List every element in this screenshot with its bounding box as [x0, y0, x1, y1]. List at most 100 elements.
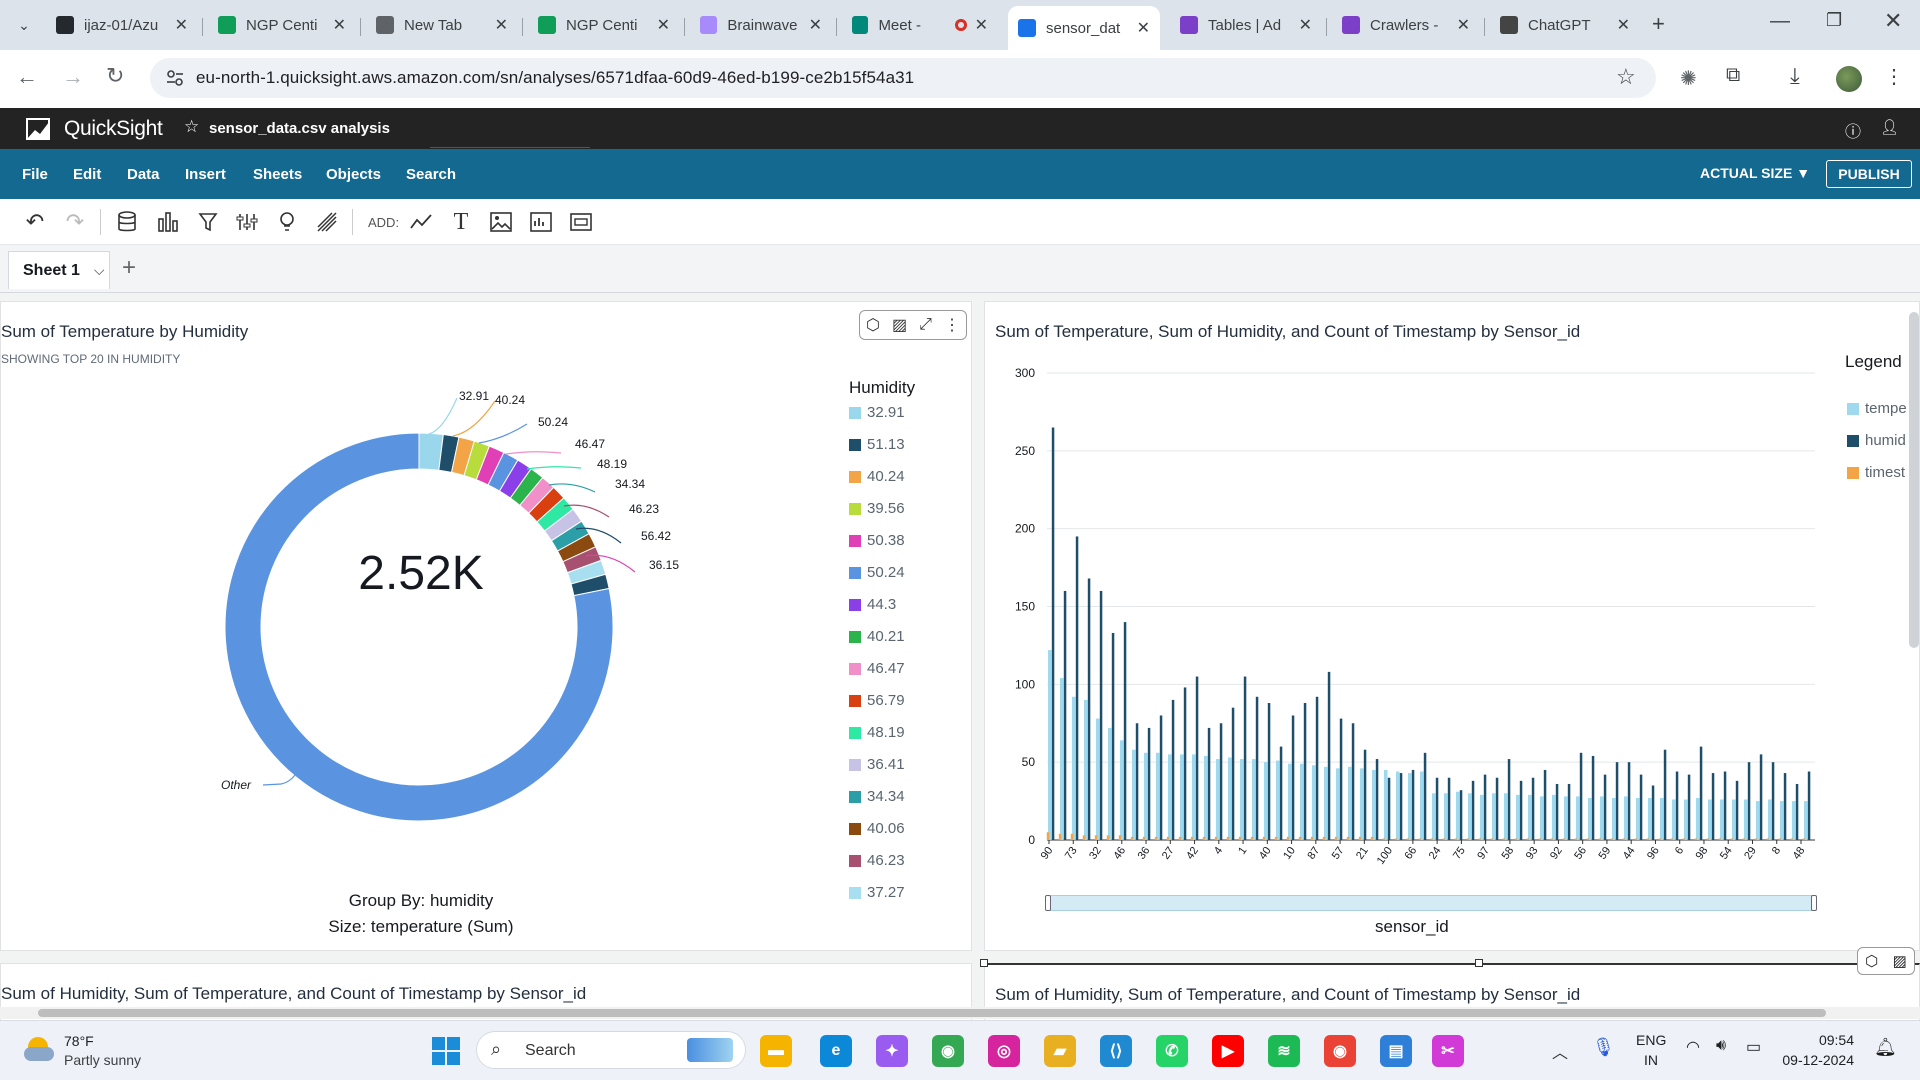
bar-tempe[interactable]: [1552, 794, 1556, 840]
bar-humid[interactable]: [1075, 536, 1079, 840]
bar-timest[interactable]: [1538, 838, 1542, 840]
close-tab-icon[interactable]: ✕: [1137, 18, 1150, 38]
quicksight-logo-icon[interactable]: [26, 118, 50, 140]
bar-tempe[interactable]: [1192, 754, 1196, 840]
lang-bottom[interactable]: IN: [1644, 1052, 1658, 1068]
publish-button[interactable]: PUBLISH: [1826, 160, 1912, 188]
bar-tempe[interactable]: [1072, 696, 1076, 840]
bar-tempe[interactable]: [1096, 718, 1100, 840]
start-windows-icon[interactable]: [432, 1037, 460, 1065]
copilot-app-icon[interactable]: ✦: [876, 1035, 908, 1067]
site-info-icon[interactable]: [166, 70, 184, 86]
legend-item[interactable]: 46.23: [849, 852, 905, 869]
bar-timest[interactable]: [1046, 832, 1050, 840]
bar-tempe[interactable]: [1432, 793, 1436, 840]
bar-timest[interactable]: [1502, 838, 1506, 840]
browser-tab[interactable]: Meet - ✕: [842, 8, 998, 42]
browser-tab[interactable]: New Tab ✕: [366, 8, 518, 42]
extensions-icon[interactable]: ⧉: [1726, 64, 1740, 87]
favorite-star-icon[interactable]: ☆: [184, 117, 199, 137]
edge-app-icon[interactable]: e: [820, 1035, 852, 1067]
bar-tempe[interactable]: [1672, 799, 1676, 840]
bar-tempe[interactable]: [1252, 759, 1256, 840]
bar-tempe[interactable]: [1576, 796, 1580, 840]
close-tab-icon[interactable]: ✕: [495, 15, 508, 35]
bar-timest[interactable]: [1058, 833, 1062, 840]
close-tab-icon[interactable]: ✕: [175, 15, 188, 35]
legend-item[interactable]: 46.47: [849, 660, 905, 677]
bar-humid[interactable]: [1315, 696, 1319, 840]
close-tab-icon[interactable]: ✕: [809, 15, 822, 35]
browser-tab[interactable]: ChatGPT ✕: [1490, 8, 1640, 42]
bar-humid[interactable]: [1435, 777, 1439, 840]
bar-humid[interactable]: [1135, 723, 1139, 840]
bar-timest[interactable]: [1802, 838, 1806, 840]
wifi-icon[interactable]: ◠: [1686, 1037, 1700, 1057]
bar-timest[interactable]: [1622, 838, 1626, 840]
bar-timest[interactable]: [1322, 836, 1326, 840]
bar-humid[interactable]: [1291, 715, 1295, 840]
bar-timest[interactable]: [1394, 838, 1398, 840]
bar-tempe[interactable]: [1684, 799, 1688, 840]
chrome-app-icon[interactable]: ◉: [932, 1035, 964, 1067]
bar-humid[interactable]: [1195, 676, 1199, 840]
close-tab-icon[interactable]: ✕: [1457, 15, 1470, 35]
bar-timest[interactable]: [1166, 836, 1170, 840]
bar-tempe[interactable]: [1636, 797, 1640, 840]
bar-timest[interactable]: [1682, 838, 1686, 840]
bar-tempe[interactable]: [1528, 794, 1532, 840]
profile-avatar[interactable]: [1836, 66, 1862, 92]
horizontal-scrollbar-thumb[interactable]: [38, 1009, 1826, 1017]
bar-tempe[interactable]: [1084, 699, 1088, 840]
bar-humid[interactable]: [1795, 783, 1799, 840]
bar-chart-visual[interactable]: Sum of Temperature, Sum of Humidity, and…: [984, 301, 1920, 951]
menu-edit[interactable]: Edit: [73, 166, 101, 183]
bar-tempe[interactable]: [1516, 794, 1520, 840]
legend-item[interactable]: 37.27: [849, 884, 905, 901]
bar-humid[interactable]: [1303, 703, 1307, 840]
bar-tempe[interactable]: [1792, 801, 1796, 840]
legend-item[interactable]: 40.06: [849, 820, 905, 837]
file-explorer-app-icon[interactable]: ▬: [760, 1035, 792, 1067]
bar-timest[interactable]: [1514, 838, 1518, 840]
instagram-app-icon[interactable]: ◎: [988, 1035, 1020, 1067]
help-icon[interactable]: ⓘ: [1845, 118, 1861, 142]
menu-sheets[interactable]: Sheets: [253, 166, 302, 183]
bar-humid[interactable]: [1675, 771, 1679, 840]
bar-timest[interactable]: [1706, 838, 1710, 840]
bar-timest[interactable]: [1130, 836, 1134, 840]
bar-timest[interactable]: [1670, 838, 1674, 840]
bar-tempe[interactable]: [1720, 799, 1724, 840]
close-tab-icon[interactable]: ✕: [333, 15, 346, 35]
bar-timest[interactable]: [1106, 835, 1110, 840]
bar-tempe[interactable]: [1060, 678, 1064, 840]
browser-tab[interactable]: NGP Centi ✕: [528, 8, 680, 42]
bar-humid[interactable]: [1783, 773, 1787, 840]
bar-humid[interactable]: [1111, 632, 1115, 840]
bar-humid[interactable]: [1471, 780, 1475, 840]
close-window-button[interactable]: ✕: [1884, 8, 1902, 34]
legend-item[interactable]: 32.91: [849, 404, 905, 421]
menu-objects[interactable]: Objects: [326, 166, 381, 183]
add-embed-icon[interactable]: [568, 209, 594, 235]
bar-timest[interactable]: [1118, 835, 1122, 840]
undo-icon[interactable]: ↶: [22, 209, 48, 235]
bar-humid[interactable]: [1171, 699, 1175, 840]
bar-humid[interactable]: [1543, 769, 1547, 840]
new-tab-button[interactable]: +: [1652, 11, 1665, 37]
download-icon[interactable]: ⤓: [1790, 63, 1800, 89]
bar-tempe[interactable]: [1300, 763, 1304, 840]
bar-timest[interactable]: [1154, 836, 1158, 840]
menu-search[interactable]: Search: [406, 166, 456, 183]
notepad-app-icon[interactable]: ▤: [1380, 1035, 1412, 1067]
bar-timest[interactable]: [1790, 838, 1794, 840]
back-icon[interactable]: ←: [16, 64, 38, 90]
legend-item[interactable]: 51.13: [849, 436, 905, 453]
bar-tempe[interactable]: [1168, 754, 1172, 840]
bar-humid[interactable]: [1159, 715, 1163, 840]
x-axis-scroll-range[interactable]: [1045, 895, 1817, 911]
bar-timest[interactable]: [1286, 836, 1290, 840]
bar-timest[interactable]: [1346, 836, 1350, 840]
range-handle-right[interactable]: [1811, 895, 1817, 911]
folder-app-icon[interactable]: ▰: [1044, 1035, 1076, 1067]
